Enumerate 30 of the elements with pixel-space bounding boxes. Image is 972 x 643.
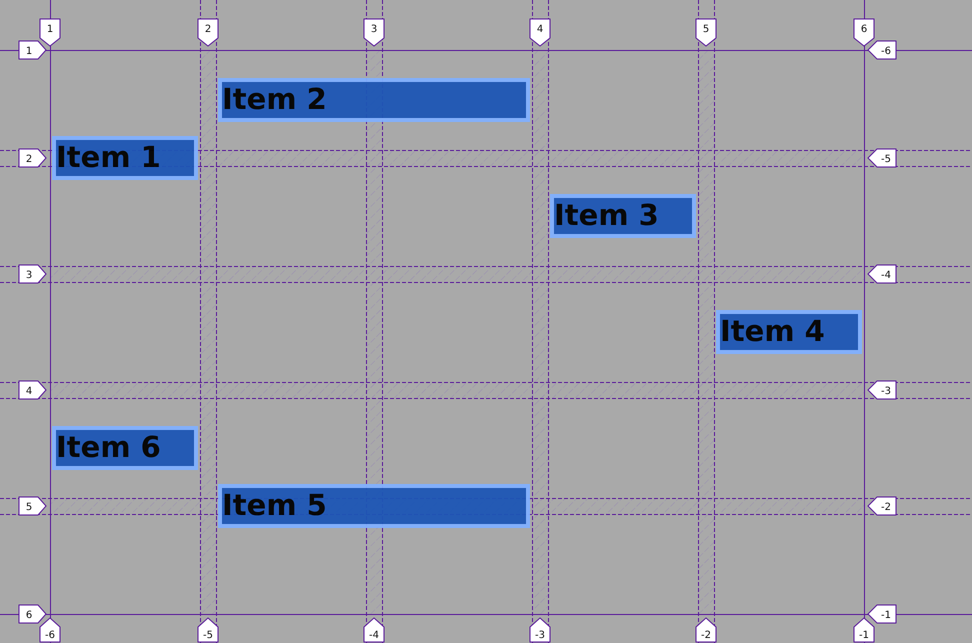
grid-line-number: 5 — [18, 496, 47, 516]
grid-line-number: -3 — [867, 380, 896, 400]
grid-line-number: -2 — [867, 496, 896, 516]
grid-line-number: 3 — [364, 18, 384, 47]
grid-line-number: -5 — [198, 617, 218, 642]
grid-line-number: 4 — [530, 18, 550, 47]
grid-line-number: -1 — [854, 617, 874, 642]
grid-line-number: -6 — [40, 617, 60, 642]
grid-line-number: -3 — [530, 617, 550, 642]
grid-line-number: 3 — [18, 264, 47, 284]
grid-line-number: 1 — [40, 18, 60, 47]
grid-line-number: 2 — [198, 18, 218, 47]
grid-item: Item 4 — [716, 310, 862, 354]
grid-line-number: 6 — [854, 18, 874, 47]
grid-line-number: -5 — [867, 148, 896, 168]
grid-line-number: -4 — [867, 264, 896, 284]
grid-line-number: -2 — [696, 617, 716, 642]
grid-item: Item 5 — [218, 484, 530, 528]
grid-item: Item 3 — [550, 194, 696, 238]
grid-line-number: -6 — [867, 40, 896, 60]
grid-line-number: -4 — [364, 617, 384, 642]
grid-line-number: -1 — [867, 604, 896, 624]
grid-line-number: 5 — [696, 18, 716, 47]
grid-item: Item 2 — [218, 78, 530, 122]
grid-line-number: 6 — [18, 604, 47, 624]
grid-line-number: 2 — [18, 148, 47, 168]
grid-line-number: 4 — [18, 380, 47, 400]
grid-item: Item 6 — [52, 426, 198, 470]
grid-item: Item 1 — [52, 136, 198, 180]
grid-line-number: 1 — [18, 40, 47, 60]
